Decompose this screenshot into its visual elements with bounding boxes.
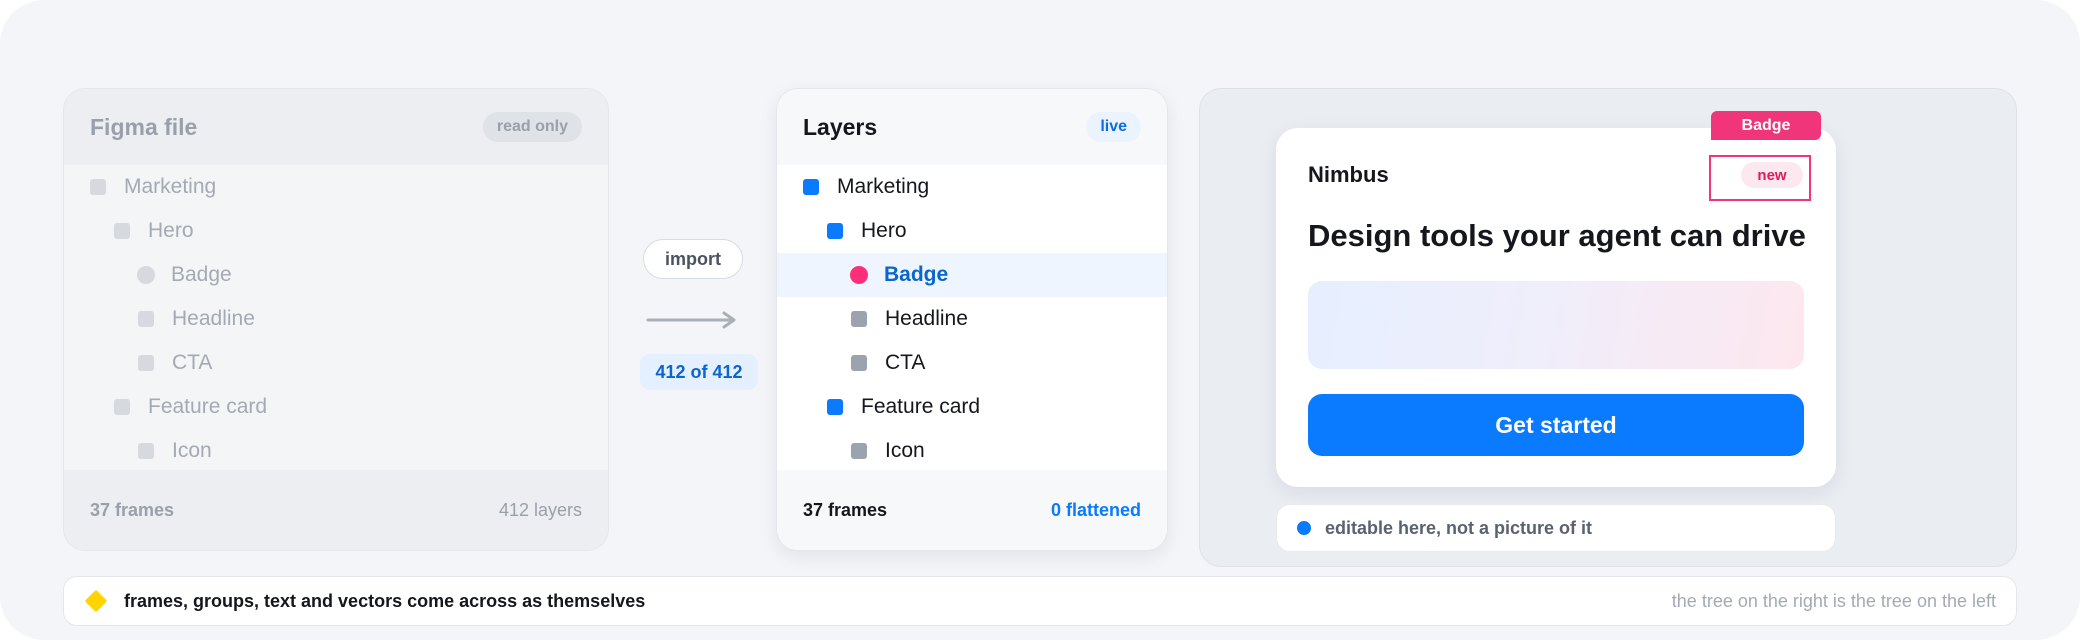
tree-item-hero: Hero	[64, 209, 608, 253]
tree-item-feature-card: Feature card	[64, 385, 608, 429]
ellipse-icon	[850, 266, 868, 284]
layer-item-badge[interactable]: Badge	[777, 253, 1167, 297]
frame-icon	[827, 223, 843, 239]
vector-icon	[851, 443, 867, 459]
caption-left: frames, groups, text and vectors come ac…	[84, 589, 646, 613]
layer-item-label: Hero	[861, 219, 907, 242]
caption-right-text: the tree on the right is the tree on the…	[1671, 590, 1996, 611]
figma-file-panel: Figma file read only Marketing Hero Badg…	[63, 88, 609, 551]
selection-label: Badge	[1711, 111, 1821, 140]
panel-header: Layers live	[777, 89, 1167, 165]
flattened-count: 0 flattened	[1050, 499, 1141, 520]
layer-item-label: Feature card	[861, 395, 981, 418]
layer-item-cta[interactable]: CTA	[777, 341, 1167, 385]
ellipse-icon	[137, 266, 155, 284]
tree-item-label: Icon	[172, 439, 212, 462]
get-started-button[interactable]: Get started	[1308, 394, 1804, 456]
tree-item-label: Badge	[171, 263, 232, 286]
live-badge: live	[1086, 112, 1141, 142]
caption-left-text: frames, groups, text and vectors come ac…	[124, 590, 646, 611]
frame-icon	[803, 179, 819, 195]
tree-item-label: Headline	[172, 307, 255, 330]
read-only-badge: read only	[482, 112, 582, 142]
tree-item-icon: Icon	[64, 429, 608, 473]
import-button[interactable]: import	[643, 239, 743, 279]
panel-title: Layers	[803, 113, 878, 140]
selection-outline[interactable]	[1709, 155, 1811, 201]
layer-item-label: Icon	[885, 439, 925, 462]
frame-icon	[827, 399, 843, 415]
diamond-icon	[84, 589, 108, 613]
card-headline[interactable]: Design tools your agent can drive	[1308, 218, 1806, 254]
brand-name[interactable]: Nimbus	[1308, 162, 1389, 188]
text-icon	[851, 311, 867, 327]
frame-icon	[90, 179, 106, 195]
tree-item-badge: Badge	[64, 253, 608, 297]
panel-footer: 37 frames 412 layers	[64, 470, 608, 550]
vector-icon	[138, 443, 154, 459]
panel-header: Figma file read only	[64, 89, 608, 165]
layers-panel: Layers live Marketing Hero Badge Headlin…	[776, 88, 1168, 551]
frames-count: 37 frames	[90, 499, 175, 520]
editable-note-text: editable here, not a picture of it	[1325, 517, 1593, 538]
layer-item-label: CTA	[885, 351, 926, 374]
text-icon	[138, 355, 154, 371]
tree-item-marketing: Marketing	[64, 165, 608, 209]
tree-item-cta: CTA	[64, 341, 608, 385]
layer-item-label: Badge	[884, 263, 949, 286]
caption-bar: frames, groups, text and vectors come ac…	[63, 576, 2017, 626]
tree-item-label: Hero	[148, 219, 194, 242]
layer-item-feature-card[interactable]: Feature card	[777, 385, 1167, 429]
layer-item-hero[interactable]: Hero	[777, 209, 1167, 253]
tree-item-headline: Headline	[64, 297, 608, 341]
panel-footer: 37 frames 0 flattened	[777, 470, 1167, 550]
text-icon	[138, 311, 154, 327]
frame-icon	[114, 399, 130, 415]
frames-count: 37 frames	[803, 499, 888, 520]
layer-item-label: Marketing	[837, 175, 930, 198]
layer-item-headline[interactable]: Headline	[777, 297, 1167, 341]
info-dot-icon	[1297, 521, 1311, 535]
tree-item-label: Marketing	[124, 175, 217, 198]
layer-item-icon[interactable]: Icon	[777, 429, 1167, 473]
panel-title: Figma file	[90, 113, 198, 140]
layers-count: 412 layers	[498, 499, 582, 520]
hero-image-placeholder[interactable]	[1308, 281, 1804, 369]
layer-item-label: Headline	[885, 307, 968, 330]
tree-item-label: Feature card	[148, 395, 268, 418]
layer-item-marketing[interactable]: Marketing	[777, 165, 1167, 209]
text-icon	[851, 355, 867, 371]
tree-item-label: CTA	[172, 351, 213, 374]
canvas-stage: Figma file read only Marketing Hero Badg…	[0, 0, 2080, 640]
import-progress-badge: 412 of 412	[640, 354, 758, 390]
arrow-right-icon	[646, 311, 736, 329]
frame-icon	[114, 223, 130, 239]
editable-note: editable here, not a picture of it	[1276, 504, 1836, 552]
